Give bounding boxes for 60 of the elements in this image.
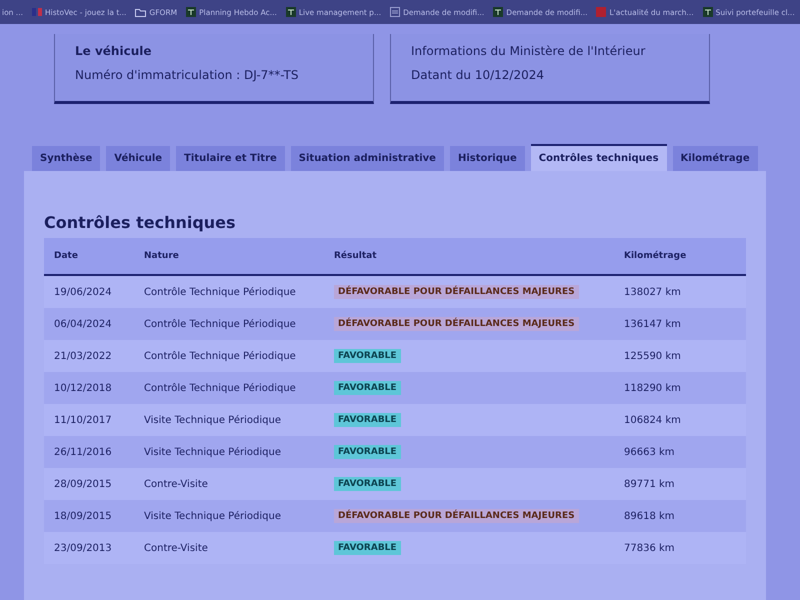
- status-badge: FAVORABLE: [334, 445, 401, 459]
- tab[interactable]: Historique: [450, 146, 525, 171]
- card-text: Datant du 10/12/2024: [411, 68, 545, 82]
- tab[interactable]: Kilométrage: [672, 146, 758, 171]
- document-icon: [286, 7, 296, 17]
- folder-icon: [135, 8, 146, 16]
- card-title: Informations du Ministère de l'Intérieur: [411, 44, 646, 58]
- section-title: Contrôles techniques: [44, 213, 237, 232]
- table-cell-text: 136147 km: [624, 318, 682, 330]
- tab[interactable]: Contrôles techniques: [530, 144, 667, 171]
- table-cell-text: 138027 km: [624, 286, 682, 298]
- table-cell-text: 26/11/2016: [54, 446, 113, 458]
- status-badge: FAVORABLE: [334, 381, 401, 395]
- status-badge: FAVORABLE: [334, 541, 401, 555]
- table-cell-text: 77836 km: [624, 542, 676, 554]
- column-header: Résultat: [334, 251, 378, 261]
- table-cell-text: 106824 km: [624, 414, 682, 426]
- tab[interactable]: Synthèse: [32, 146, 100, 171]
- document-icon: [702, 7, 713, 17]
- table-cell-text: 118290 km: [624, 382, 682, 394]
- logo-icon: [596, 7, 606, 17]
- status-badge: DÉFAVORABLE POUR DÉFAILLANCES MAJEURES: [334, 317, 579, 331]
- document-icon: [186, 7, 196, 17]
- table-cell-text: Contre-Visite: [144, 478, 209, 490]
- table-cell-text: 23/09/2013: [54, 542, 113, 554]
- column-header: Nature: [144, 251, 180, 261]
- table-cell-text: Contrôle Technique Périodique: [144, 382, 297, 394]
- table-cell-text: 96663 km: [624, 446, 676, 458]
- tab[interactable]: Titulaire et Titre: [176, 146, 285, 171]
- card-text: Numéro d'immatriculation : DJ-7**-TS: [75, 68, 300, 82]
- status-badge: DÉFAVORABLE POUR DÉFAILLANCES MAJEURES: [334, 509, 579, 523]
- table-cell-text: 18/09/2015: [54, 510, 113, 522]
- flag-icon: [32, 8, 42, 16]
- table-cell-text: Visite Technique Périodique: [144, 414, 282, 426]
- table-cell-text: 10/12/2018: [54, 382, 113, 394]
- card-title: Le véhicule: [75, 44, 152, 58]
- table-cell-text: Visite Technique Périodique: [144, 510, 282, 522]
- table-cell-text: 19/06/2024: [54, 286, 113, 298]
- document-icon: [493, 7, 504, 17]
- table-cell-text: Visite Technique Périodique: [144, 446, 282, 458]
- tab[interactable]: Véhicule: [106, 146, 170, 171]
- status-badge: FAVORABLE: [334, 413, 401, 427]
- status-badge: FAVORABLE: [334, 477, 401, 491]
- table-cell-text: 89618 km: [624, 510, 676, 522]
- tab[interactable]: Situation administrative: [290, 146, 444, 171]
- table-cell-text: 21/03/2022: [54, 350, 113, 362]
- page-icon: [390, 7, 400, 17]
- table-cell-text: 125590 km: [624, 350, 682, 362]
- table-cell-text: 89771 km: [624, 478, 676, 490]
- status-badge: DÉFAVORABLE POUR DÉFAILLANCES MAJEURES: [334, 285, 579, 299]
- table-cell-text: 06/04/2024: [54, 318, 113, 330]
- column-header: Kilométrage: [624, 251, 688, 261]
- table-cell-text: Contrôle Technique Périodique: [144, 318, 297, 330]
- table-cell-text: Contrôle Technique Périodique: [144, 350, 297, 362]
- table-cell-text: Contrôle Technique Périodique: [144, 286, 297, 298]
- status-badge: FAVORABLE: [334, 349, 401, 363]
- table-cell-text: Contre-Visite: [144, 542, 209, 554]
- column-header: Date: [54, 251, 79, 261]
- table-cell-text: 28/09/2015: [54, 478, 113, 490]
- table-cell-text: 11/10/2017: [54, 414, 113, 426]
